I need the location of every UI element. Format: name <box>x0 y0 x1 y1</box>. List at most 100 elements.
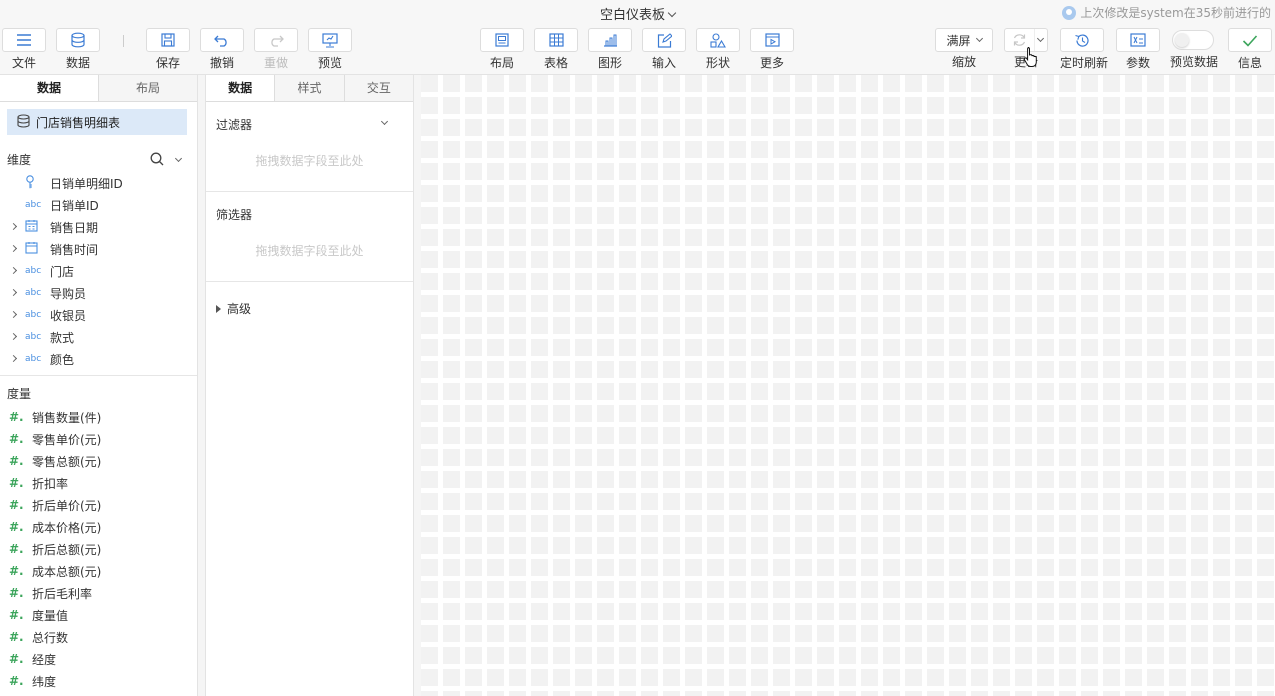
redo-button[interactable]: 重做 <box>254 28 298 71</box>
undo-button[interactable]: 撤销 <box>200 28 244 71</box>
field-label: 销售数量(件) <box>32 410 102 425</box>
field-label: 销售时间 <box>50 242 99 257</box>
field-label: 折后单价(元) <box>32 498 102 513</box>
list-item[interactable]: 销售时间 <box>0 238 197 260</box>
selector-drop-zone[interactable]: 拖拽数据字段至此处 <box>206 242 413 259</box>
list-item[interactable]: #. 折后毛利率 <box>0 582 197 604</box>
dataset-selector[interactable]: 门店销售明细表 <box>7 109 187 135</box>
calendar-icon <box>25 241 41 257</box>
field-label: 零售总额(元) <box>32 454 102 469</box>
chevron-right-icon[interactable] <box>9 288 18 297</box>
list-item[interactable]: #. 折后总额(元) <box>0 538 197 560</box>
list-item[interactable]: #. 零售单价(元) <box>0 428 197 450</box>
dashboard-title-text: 空白仪表板 <box>599 8 665 23</box>
field-label: 成本价格(元) <box>32 520 102 535</box>
chevron-right-icon[interactable] <box>9 244 18 253</box>
chevron-right-icon[interactable] <box>9 332 18 341</box>
save-button[interactable]: 保存 <box>146 28 190 71</box>
filter-header: 过滤器 <box>216 118 253 132</box>
calendar-icon <box>25 219 41 235</box>
list-item[interactable]: 销售日期 <box>0 216 197 238</box>
chevron-right-icon[interactable] <box>9 266 18 275</box>
field-label: 度量值 <box>32 608 69 623</box>
timed-refresh-button[interactable]: 定时刷新 <box>1060 28 1108 71</box>
more-button[interactable]: 更多 <box>750 28 794 71</box>
list-item[interactable]: abc 款式 <box>0 326 197 348</box>
data-button[interactable]: 数据 <box>56 28 100 71</box>
measure-list: #. 销售数量(件) #. 零售单价(元) #. 零售总额(元) #. 折扣率 #. 折后… <box>0 406 197 692</box>
data-label: 数据 <box>65 56 90 70</box>
text-type-icon: abc <box>25 266 42 276</box>
advanced-label: 高级 <box>227 302 252 316</box>
search-icon[interactable] <box>150 152 164 169</box>
zoom-select[interactable]: 满屏 <box>935 28 993 52</box>
input-label: 输入 <box>651 56 676 70</box>
list-item[interactable]: #. 总行数 <box>0 626 197 648</box>
chevron-down-icon[interactable] <box>380 117 389 126</box>
text-type-icon: abc <box>25 310 42 320</box>
list-item[interactable]: #. 折扣率 <box>0 472 197 494</box>
layout-button[interactable]: 布局 <box>480 28 524 71</box>
chevron-right-icon[interactable] <box>9 310 18 319</box>
tab-data[interactable]: 数据 <box>206 75 275 101</box>
field-label: 纬度 <box>32 674 57 689</box>
number-type-icon: #. <box>9 476 24 490</box>
list-item[interactable]: #. 成本价格(元) <box>0 516 197 538</box>
file-button[interactable]: 文件 <box>2 28 46 71</box>
list-item[interactable]: #. 成本总额(元) <box>0 560 197 582</box>
list-item[interactable]: 日销单明细ID <box>0 172 197 194</box>
tab-interaction[interactable]: 交互 <box>343 75 413 101</box>
list-item[interactable]: abc 导购员 <box>0 282 197 304</box>
chevron-down-icon[interactable] <box>174 154 183 163</box>
list-item[interactable]: #. 度量值 <box>0 604 197 626</box>
field-label: 门店 <box>50 264 75 279</box>
layout-icon <box>480 28 524 52</box>
preview-data-label: 预览数据 <box>1169 55 1218 69</box>
list-item[interactable]: #. 零售总额(元) <box>0 450 197 472</box>
table-icon <box>534 28 578 52</box>
chevron-right-icon[interactable] <box>9 222 18 231</box>
chart-button[interactable]: 图形 <box>588 28 632 71</box>
tab-layout[interactable]: 布局 <box>99 75 197 101</box>
last-modified-text: 上次修改是system在35秒前进行的 <box>1080 6 1271 20</box>
list-item[interactable]: abc 门店 <box>0 260 197 282</box>
chevron-right-icon[interactable] <box>9 354 18 363</box>
field-label: 总行数 <box>32 630 69 645</box>
tab-style[interactable]: 样式 <box>274 75 344 101</box>
dataset-name: 门店销售明细表 <box>36 115 121 130</box>
filter-drop-zone[interactable]: 拖拽数据字段至此处 <box>206 152 413 169</box>
input-button[interactable]: 输入 <box>642 28 686 71</box>
user-icon <box>1062 5 1077 20</box>
list-item[interactable]: abc 颜色 <box>0 348 197 370</box>
tab-data[interactable]: 数据 <box>0 75 99 101</box>
save-label: 保存 <box>155 56 180 70</box>
number-type-icon: #. <box>9 674 24 688</box>
list-item[interactable]: #. 销售数量(件) <box>0 406 197 428</box>
params-button[interactable]: 参数 <box>1116 28 1160 71</box>
table-button[interactable]: 表格 <box>534 28 578 71</box>
preview-data-toggle[interactable] <box>1172 30 1214 50</box>
list-item[interactable]: #. 纬度 <box>0 670 197 692</box>
list-item[interactable]: abc 收银员 <box>0 304 197 326</box>
list-item[interactable]: #. 经度 <box>0 648 197 670</box>
preview-button[interactable]: 预览 <box>308 28 352 71</box>
shape-label: 形状 <box>705 56 730 70</box>
list-item[interactable]: #. 折后单价(元) <box>0 494 197 516</box>
edit-icon <box>642 28 686 52</box>
list-item[interactable]: abc 日销单ID <box>0 194 197 216</box>
field-label: 尺码 <box>50 373 74 376</box>
file-label: 文件 <box>11 56 36 70</box>
params-icon <box>1116 28 1160 52</box>
dashboard-canvas[interactable] <box>421 75 1275 696</box>
dimension-header: 维度 <box>0 146 197 172</box>
info-button[interactable]: 信息 <box>1228 28 1272 71</box>
shape-button[interactable]: 形状 <box>696 28 740 71</box>
list-item[interactable]: abc 尺码 <box>0 370 197 376</box>
field-label: 颜色 <box>50 352 75 367</box>
advanced-toggle[interactable]: 高级 <box>216 300 251 317</box>
number-type-icon: #. <box>9 564 24 578</box>
field-label: 折后总额(元) <box>32 542 102 557</box>
measure-header: 度量 <box>0 380 197 406</box>
more-label: 更多 <box>759 56 784 70</box>
redo-label: 重做 <box>263 56 288 70</box>
